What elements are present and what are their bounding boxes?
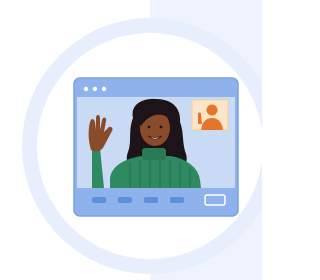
- video-call-window-illustration: [73, 77, 239, 217]
- eye-icon: [147, 125, 151, 129]
- toolbar-button[interactable]: [118, 197, 132, 203]
- eye-icon: [159, 125, 163, 129]
- thumbnail-head-icon: [206, 104, 218, 116]
- window-control-dot-icon: [83, 86, 89, 92]
- window-control-dot-icon: [101, 86, 107, 92]
- toolbar-button[interactable]: [144, 197, 158, 203]
- collar-icon: [142, 148, 166, 160]
- self-view-thumbnail: [191, 99, 229, 131]
- toolbar-button[interactable]: [92, 197, 106, 203]
- window-control-dot-icon: [92, 86, 98, 92]
- video-call-illustration: [0, 0, 262, 280]
- toolbar-button[interactable]: [170, 197, 184, 203]
